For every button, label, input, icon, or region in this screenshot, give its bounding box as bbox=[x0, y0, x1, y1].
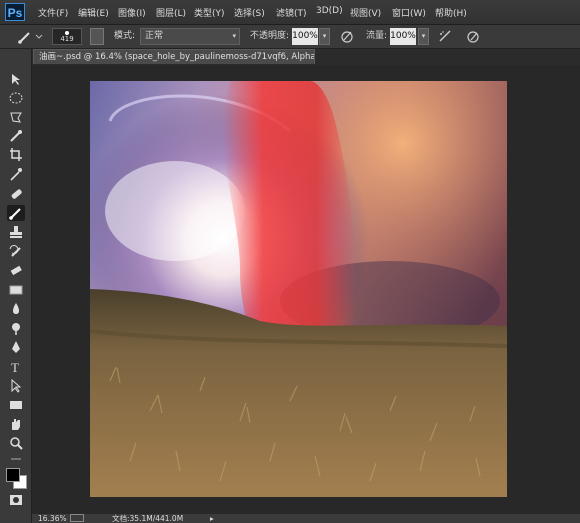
menu-file[interactable]: 文件(F) bbox=[38, 6, 68, 19]
menu-type[interactable]: 类型(Y) bbox=[194, 6, 225, 19]
hand-icon[interactable] bbox=[7, 416, 25, 432]
options-bar: 419 模式: 正常 ▾ 不透明度: 100% ▾ 流量: 100% ▾ bbox=[0, 25, 580, 49]
stamp-icon[interactable] bbox=[7, 224, 25, 240]
shape-icon[interactable] bbox=[7, 397, 25, 413]
pressure-opacity-icon[interactable] bbox=[339, 28, 355, 45]
menu-edit[interactable]: 编辑(E) bbox=[78, 6, 109, 19]
opacity-input[interactable]: 100% bbox=[292, 28, 318, 45]
eyedropper-icon[interactable] bbox=[7, 166, 25, 182]
marquee-icon[interactable] bbox=[7, 90, 25, 106]
menu-select[interactable]: 选择(S) bbox=[234, 6, 265, 19]
document-title: 油画~.psd @ 16.4% (space_hole_by_paulinemo… bbox=[39, 52, 315, 62]
swap-colors-icon[interactable] bbox=[7, 453, 25, 465]
opacity-dropdown[interactable]: ▾ bbox=[319, 28, 330, 45]
status-menu-arrow-icon[interactable]: ▸ bbox=[210, 514, 214, 523]
zoom-icon[interactable] bbox=[7, 435, 25, 451]
crop-icon[interactable] bbox=[7, 147, 25, 163]
path-select-icon[interactable] bbox=[7, 378, 25, 394]
brush-size-value: 419 bbox=[60, 35, 74, 43]
menu-3d[interactable]: 3D(D) bbox=[316, 6, 343, 16]
brush-panel-toggle[interactable] bbox=[90, 28, 104, 45]
menu-view[interactable]: 视图(V) bbox=[350, 6, 381, 19]
gradient-icon[interactable] bbox=[7, 282, 25, 298]
tool-preset-picker[interactable] bbox=[16, 28, 46, 45]
flow-dropdown[interactable]: ▾ bbox=[418, 28, 429, 45]
opacity-label: 不透明度: bbox=[250, 31, 290, 41]
canvas-image[interactable] bbox=[90, 81, 507, 497]
menu-filter[interactable]: 滤镜(T) bbox=[276, 6, 307, 19]
menu-layer[interactable]: 图层(L) bbox=[156, 6, 186, 19]
menu-help[interactable]: 帮助(H) bbox=[435, 6, 467, 19]
lasso-icon[interactable] bbox=[7, 109, 25, 125]
chevron-down-icon: ▾ bbox=[232, 32, 236, 40]
svg-text:T: T bbox=[11, 360, 19, 375]
brush-icon bbox=[18, 32, 43, 44]
toolbox: T bbox=[0, 49, 32, 523]
mode-label: 模式: bbox=[114, 31, 136, 41]
healing-icon[interactable] bbox=[7, 186, 25, 202]
type-icon[interactable]: T bbox=[7, 359, 25, 375]
quick-mask-icon[interactable] bbox=[7, 492, 25, 508]
pressure-size-icon[interactable] bbox=[465, 28, 481, 45]
document-tab[interactable]: 油画~.psd @ 16.4% (space_hole_by_paulinemo… bbox=[33, 49, 315, 64]
blur-icon[interactable] bbox=[7, 301, 25, 317]
quick-select-icon[interactable] bbox=[7, 128, 25, 144]
airbrush-icon[interactable] bbox=[437, 28, 453, 45]
flow-label: 流量: bbox=[366, 31, 388, 41]
blend-mode-select[interactable]: 正常 ▾ bbox=[140, 28, 240, 45]
foreground-color-swatch[interactable] bbox=[6, 468, 20, 482]
zoom-level[interactable]: 16.36% bbox=[38, 514, 67, 523]
status-bar: 16.36% 文档:35.1M/441.0M ▸ bbox=[32, 514, 580, 523]
brush-size-picker[interactable]: 419 bbox=[52, 28, 82, 45]
menu-image[interactable]: 图像(I) bbox=[118, 6, 146, 19]
menu-window[interactable]: 窗口(W) bbox=[392, 6, 426, 19]
history-brush-icon[interactable] bbox=[7, 243, 25, 259]
move-icon[interactable] bbox=[7, 71, 25, 87]
flow-input[interactable]: 100% bbox=[390, 28, 416, 45]
dodge-icon[interactable] bbox=[7, 320, 25, 336]
app-logo: Ps bbox=[5, 3, 25, 21]
eraser-icon[interactable] bbox=[7, 262, 25, 278]
brush-tool-icon[interactable] bbox=[7, 205, 25, 221]
blend-mode-value: 正常 bbox=[145, 31, 164, 41]
pen-icon[interactable] bbox=[7, 339, 25, 355]
menu-bar: Ps 文件(F) 编辑(E) 图像(I) 图层(L) 类型(Y) 选择(S) 滤… bbox=[0, 0, 580, 25]
document-size: 文档:35.1M/441.0M bbox=[112, 514, 184, 523]
status-preview-icon[interactable] bbox=[70, 514, 84, 522]
